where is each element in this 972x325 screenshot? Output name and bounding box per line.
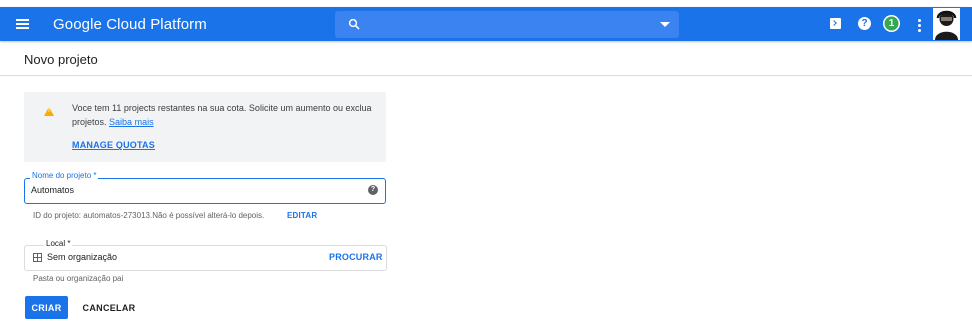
organization-icon [33, 253, 42, 262]
app-title[interactable]: Google Cloud Platform [53, 16, 207, 33]
notification-count: 1 [888, 18, 895, 29]
manage-quotas-link[interactable]: MANAGE QUOTAS [72, 140, 155, 150]
project-name-field[interactable]: ? [24, 178, 386, 204]
project-id-text: ID do projeto: automatos-273013.Não é po… [33, 211, 265, 220]
location-value: Sem organização [47, 252, 118, 262]
page-title: Novo projeto [24, 52, 98, 67]
search-bar[interactable] [335, 11, 679, 38]
cancel-button[interactable]: CANCELAR [79, 296, 139, 319]
dropdown-caret-icon[interactable] [660, 22, 670, 27]
location-field[interactable]: Sem organização PROCURAR [24, 245, 387, 271]
more-vert-icon[interactable] [917, 16, 921, 32]
search-icon [348, 18, 360, 30]
menu-icon[interactable] [12, 13, 34, 35]
location-hint: Pasta ou organização pai [33, 274, 124, 283]
edit-project-id-button[interactable]: EDITAR [287, 211, 317, 220]
top-app-bar: Google Cloud Platform ? 1 [0, 7, 972, 41]
page-header: Novo projeto [0, 41, 972, 76]
search-input[interactable] [371, 15, 655, 36]
notification-icon[interactable]: 1 [883, 15, 900, 32]
learn-more-link[interactable]: Saiba mais [109, 117, 154, 127]
avatar[interactable] [933, 8, 960, 40]
quota-warning-card: Voce tem 11 projects restantes na sua co… [24, 92, 386, 162]
quota-message-block: Voce tem 11 projects restantes na sua co… [72, 101, 372, 129]
project-name-label: Nome do projeto * [30, 171, 99, 180]
project-name-input[interactable] [31, 183, 351, 197]
browse-button[interactable]: PROCURAR [329, 252, 383, 262]
help-icon[interactable]: ? [858, 17, 871, 30]
avatar-image [935, 10, 958, 40]
cloud-shell-icon[interactable] [830, 18, 841, 29]
create-button[interactable]: CRIAR [25, 296, 68, 319]
location-label: Local * [44, 239, 73, 248]
help-circle-icon[interactable]: ? [368, 185, 378, 195]
warning-icon [44, 107, 54, 116]
